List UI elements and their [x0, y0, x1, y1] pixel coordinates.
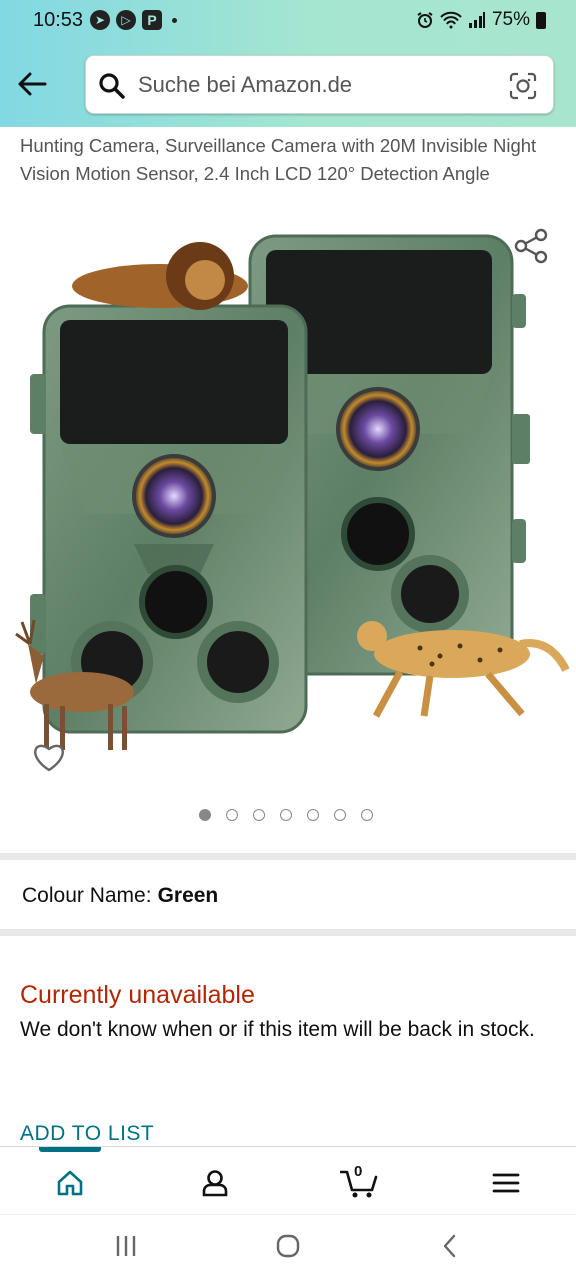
menu-icon[interactable] — [488, 1165, 524, 1201]
colour-label: Colour Name: — [22, 884, 152, 907]
play-icon: ▷ — [116, 10, 136, 30]
wifi-icon — [440, 11, 462, 29]
telegram-icon: ➤ — [90, 10, 110, 30]
availability-status: Currently unavailable — [20, 981, 255, 1009]
search-input[interactable]: Suche bei Amazon.de — [138, 72, 352, 98]
image-carousel-dots[interactable] — [199, 809, 373, 821]
back-button-icon[interactable] — [440, 1233, 460, 1259]
recent-apps-icon[interactable] — [114, 1233, 138, 1259]
more-notifications-dot — [172, 17, 177, 23]
android-navigation-bar — [0, 1214, 576, 1280]
account-icon[interactable] — [197, 1165, 233, 1201]
cart-icon[interactable]: 0 — [340, 1163, 380, 1201]
back-arrow-icon[interactable] — [14, 66, 50, 102]
lion-figure — [72, 242, 248, 310]
product-image[interactable] — [0, 224, 576, 784]
search-icon — [99, 73, 125, 99]
home-button-icon[interactable] — [275, 1233, 301, 1259]
alarm-icon — [417, 12, 433, 28]
battery-text: 75% — [491, 9, 530, 30]
p-app-icon: P — [142, 10, 162, 30]
camera-lens-icon[interactable] — [509, 72, 537, 100]
carousel-dot[interactable] — [226, 809, 238, 821]
battery-icon — [536, 11, 546, 29]
add-to-list-link[interactable]: ADD TO LIST — [20, 1122, 154, 1146]
share-icon[interactable] — [514, 228, 548, 264]
notification-icons: ➤ ▷ P — [90, 10, 177, 30]
status-bar: 10:53 ➤ ▷ P 75% — [0, 0, 576, 44]
search-bar[interactable]: Suche bei Amazon.de — [85, 55, 554, 114]
home-icon[interactable] — [52, 1165, 88, 1201]
app-header: 10:53 ➤ ▷ P 75% Suche bei Amazon.de — [0, 0, 576, 127]
availability-description: We don't know when or if this item will … — [20, 1018, 535, 1041]
section-divider — [0, 929, 576, 936]
status-time: 10:53 — [33, 9, 84, 31]
section-divider — [0, 853, 576, 860]
cart-count: 0 — [354, 1163, 363, 1180]
carousel-dot[interactable] — [253, 809, 265, 821]
colour-selection: Colour Name: Green — [22, 884, 218, 908]
carousel-dot[interactable] — [307, 809, 319, 821]
active-tab-indicator — [39, 1147, 101, 1152]
product-title: Hunting Camera, Surveillance Camera with… — [20, 135, 537, 184]
system-icons: 75% — [416, 9, 546, 31]
bottom-navigation: 0 — [0, 1146, 576, 1214]
carousel-dot[interactable] — [199, 809, 211, 821]
carousel-dot[interactable] — [361, 809, 373, 821]
colour-value: Green — [157, 884, 219, 907]
carousel-dot[interactable] — [334, 809, 346, 821]
heart-icon[interactable] — [32, 741, 66, 773]
carousel-dot[interactable] — [280, 809, 292, 821]
signal-icon — [468, 12, 485, 28]
camera-front — [30, 304, 308, 734]
